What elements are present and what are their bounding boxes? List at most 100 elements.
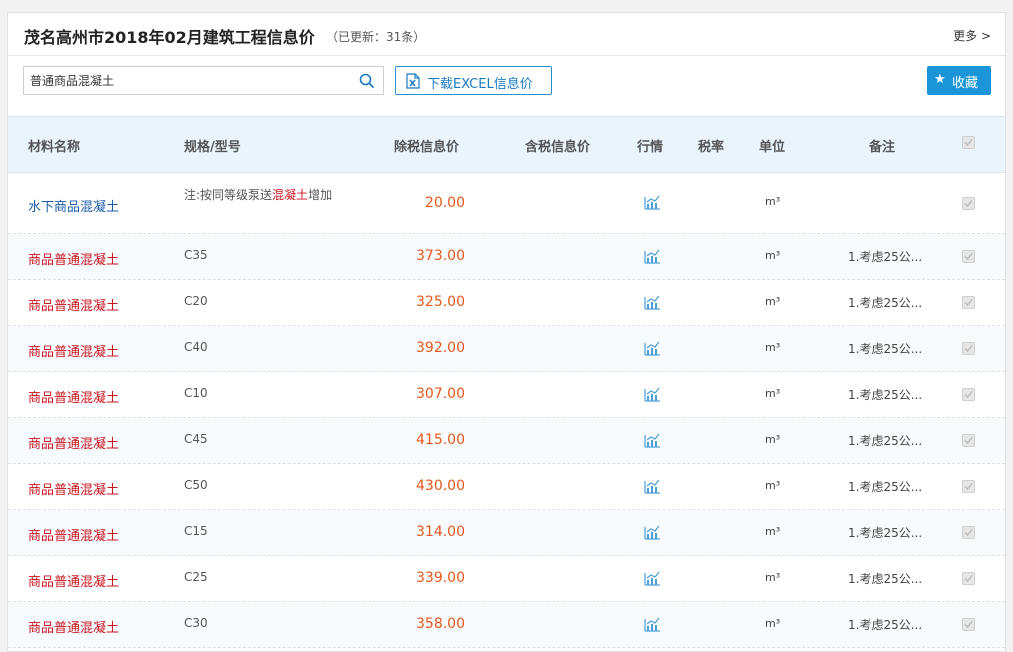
trend-chart-icon[interactable] (644, 479, 661, 494)
trend-chart-icon[interactable] (644, 617, 661, 632)
remark-cell: 1.考虑25公... (848, 388, 923, 402)
trend-chart-icon (644, 195, 660, 210)
check-icon (964, 437, 973, 445)
favorite-button[interactable]: ★ 收藏 (927, 66, 991, 95)
table-row: 商品普通混凝土 C15 314.00 m³ 1.考虑25公... (8, 510, 1005, 556)
spec-text: 增加 (308, 188, 333, 202)
remark-cell: 1.考虑25公... (848, 434, 923, 448)
col-name: 材料名称 (28, 140, 81, 155)
price-ex-tax: 314.00 (416, 524, 465, 540)
check-icon (964, 621, 973, 629)
unit-cell: m³ (765, 433, 781, 446)
table-header: 材料名称 规格/型号 除税信息价 含税信息价 行情 税率 单位 备注 (8, 116, 1005, 173)
star-icon: ★ (934, 72, 946, 87)
spec-cell: 注:按同等级泵送混凝土增加 (184, 185, 334, 205)
check-icon (964, 391, 973, 399)
trend-chart-icon (644, 341, 660, 356)
unit-cell: m³ (765, 387, 781, 400)
col-unit: 单位 (759, 140, 786, 155)
trend-chart-icon (644, 387, 660, 402)
trend-chart-icon (644, 295, 660, 310)
spec-cell: C40 (184, 340, 208, 354)
col-trend: 行情 (637, 140, 664, 155)
material-name-link[interactable]: 水下商品混凝土 (28, 196, 119, 215)
check-icon (964, 345, 973, 353)
col-remark: 备注 (869, 140, 896, 155)
material-name-link[interactable]: 商品普通混凝土 (28, 571, 119, 590)
excel-icon (406, 73, 420, 89)
panel-header: 茂名高州市2018年02月建筑工程信息价 （已更新：31条） 更多 > (8, 13, 1005, 56)
trend-chart-icon[interactable] (644, 433, 661, 448)
material-name-link[interactable]: 商品普通混凝土 (28, 479, 119, 498)
check-icon (964, 253, 973, 261)
spec-cell: C45 (184, 432, 208, 446)
table-row: 商品普通混凝土 C10 307.00 m³ 1.考虑25公... (8, 372, 1005, 418)
price-ex-tax: 415.00 (416, 432, 465, 448)
trend-chart-icon (644, 433, 660, 448)
col-tax-rate: 税率 (698, 140, 725, 155)
material-name-link[interactable]: 商品普通混凝土 (28, 387, 119, 406)
trend-chart-icon (644, 249, 660, 264)
material-name-link[interactable]: 商品普通混凝土 (28, 295, 119, 314)
trend-chart-icon[interactable] (644, 525, 661, 540)
unit-cell: m³ (765, 525, 781, 538)
trend-chart-icon[interactable] (644, 571, 661, 586)
price-ex-tax: 392.00 (416, 340, 465, 356)
material-name-link[interactable]: 商品普通混凝土 (28, 525, 119, 544)
table-row: 商品普通混凝土 C40 392.00 m³ 1.考虑25公... (8, 326, 1005, 372)
row-checkbox[interactable] (962, 197, 975, 210)
price-ex-tax: 430.00 (416, 478, 465, 494)
material-name-link[interactable]: 商品普通混凝土 (28, 249, 119, 268)
material-name-link[interactable]: 商品普通混凝土 (28, 341, 119, 360)
trend-chart-icon (644, 525, 660, 540)
material-name-link[interactable]: 商品普通混凝土 (28, 433, 119, 452)
col-price-inc-tax: 含税信息价 (525, 140, 591, 155)
col-price-ex-tax: 除税信息价 (394, 140, 460, 155)
unit-cell: m³ (765, 479, 781, 492)
download-excel-button[interactable]: 下载EXCEL信息价 (395, 66, 552, 95)
unit-cell: m³ (765, 617, 781, 630)
remark-cell: 1.考虑25公... (848, 618, 923, 632)
unit-cell: m³ (765, 249, 781, 262)
table-row: 商品普通混凝土 C20 325.00 m³ 1.考虑25公... (8, 280, 1005, 326)
spec-cell: C30 (184, 616, 208, 630)
row-checkbox[interactable] (962, 572, 975, 585)
table-row: 水下商品混凝土 注:按同等级泵送混凝土增加 20.00 m³ (8, 173, 1005, 234)
price-panel: 茂名高州市2018年02月建筑工程信息价 （已更新：31条） 更多 > 下载EX… (7, 12, 1006, 652)
remark-cell: 1.考虑25公... (848, 572, 923, 586)
row-checkbox[interactable] (962, 388, 975, 401)
select-all-checkbox[interactable] (962, 136, 975, 149)
spec-cell: C10 (184, 386, 208, 400)
spec-cell: C20 (184, 294, 208, 308)
trend-chart-icon[interactable] (644, 295, 661, 310)
row-checkbox[interactable] (962, 250, 975, 263)
row-checkbox[interactable] (962, 434, 975, 447)
remark-cell: 1.考虑25公... (848, 480, 923, 494)
trend-chart-icon[interactable] (644, 341, 661, 356)
spec-text: 注:按同等级泵送 (184, 188, 273, 202)
search-input[interactable] (24, 67, 344, 94)
spec-cell: C50 (184, 478, 208, 492)
more-link[interactable]: 更多 > (953, 27, 991, 44)
trend-chart-icon[interactable] (644, 195, 661, 210)
row-checkbox[interactable] (962, 296, 975, 309)
check-icon (964, 200, 973, 208)
price-ex-tax: 307.00 (416, 386, 465, 402)
update-count: （已更新：31条） (326, 30, 426, 44)
material-name-link[interactable]: 商品普通混凝土 (28, 617, 119, 636)
spec-cell: C15 (184, 524, 208, 538)
row-checkbox[interactable] (962, 618, 975, 631)
row-checkbox[interactable] (962, 480, 975, 493)
row-checkbox[interactable] (962, 342, 975, 355)
page-title: 茂名高州市2018年02月建筑工程信息价 (24, 28, 315, 47)
price-ex-tax: 373.00 (416, 248, 465, 264)
trend-chart-icon[interactable] (644, 387, 661, 402)
unit-cell: m³ (765, 341, 781, 354)
trend-chart-icon[interactable] (644, 249, 661, 264)
price-ex-tax: 325.00 (416, 294, 465, 310)
remark-cell: 1.考虑25公... (848, 342, 923, 356)
price-ex-tax: 339.00 (416, 570, 465, 586)
check-icon (964, 483, 973, 491)
row-checkbox[interactable] (962, 526, 975, 539)
search-icon[interactable] (359, 73, 375, 89)
